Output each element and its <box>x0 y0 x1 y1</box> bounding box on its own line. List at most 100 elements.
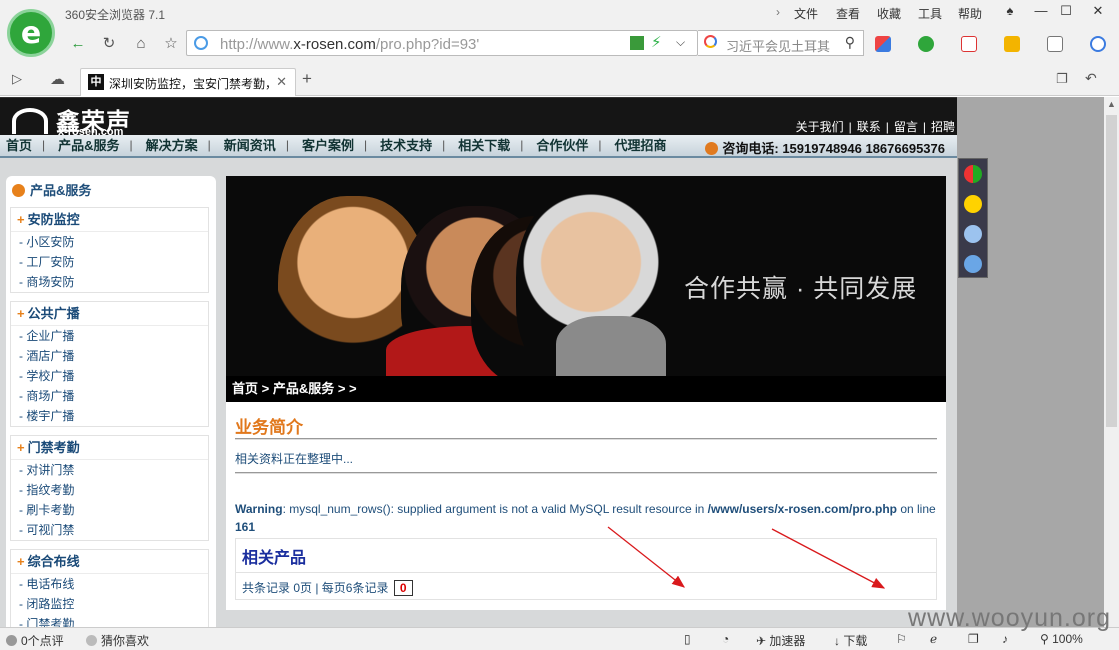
qq-icon[interactable] <box>964 195 982 213</box>
list-item[interactable]: - 门禁考勤 <box>11 614 208 627</box>
list-item[interactable]: - 指纹考勤 <box>11 480 208 500</box>
list-item[interactable]: - 企业广播 <box>11 326 208 346</box>
scrollbar-thumb[interactable] <box>1106 115 1117 427</box>
zoom-tool-icon[interactable] <box>1090 36 1106 52</box>
screenshot-icon[interactable] <box>1047 36 1063 52</box>
link-message[interactable]: 留言 <box>894 120 918 134</box>
section-text: 相关资料正在整理中... <box>235 452 354 466</box>
security-shield-icon[interactable] <box>918 36 934 52</box>
nav-news[interactable]: 新闻资讯 <box>224 135 286 158</box>
apps-icon[interactable] <box>875 36 891 52</box>
accelerator-button[interactable]: ✈ 加速器 <box>756 632 805 649</box>
favorite-star-icon[interactable]: ☆ <box>160 33 182 55</box>
tab-title: 深圳安防监控，宝安门禁考勤， <box>109 77 269 91</box>
search-input[interactable]: 习近平会见土耳其 <box>726 36 838 55</box>
menu-expand-icon[interactable]: › <box>776 5 780 19</box>
search-icon[interactable]: ⚲ <box>845 34 855 51</box>
nav-downloads[interactable]: 相关下载 <box>458 135 520 158</box>
related-products: 相关产品 共条记录 0页 | 每页6条记录 0 <box>235 538 937 600</box>
windows-icon[interactable] <box>964 165 982 183</box>
link-jobs[interactable]: 招聘 <box>931 120 955 134</box>
zoom-level[interactable]: ⚲ 100% <box>1040 632 1083 646</box>
link-about[interactable]: 关于我们 <box>796 120 844 134</box>
reload-icon[interactable]: ↻ <box>98 33 120 55</box>
pager-current[interactable]: 0 <box>393 580 413 596</box>
tab-list-icon[interactable]: ❐ <box>1056 71 1068 87</box>
globe-service-icon[interactable] <box>964 255 982 273</box>
list-item[interactable]: - 工厂安防 <box>11 252 208 272</box>
site-logo[interactable]: 鑫荣声 x-rosen.com <box>12 102 131 138</box>
flag-icon[interactable]: ⚐ <box>896 632 907 646</box>
guess-you-like[interactable]: 猜你喜欢 <box>86 632 149 649</box>
list-item[interactable]: - 酒店广播 <box>11 346 208 366</box>
ie-mode-icon[interactable]: ◔ <box>722 632 729 646</box>
search-service-icon[interactable] <box>964 225 982 243</box>
list-item[interactable]: - 楼宇广播 <box>11 406 208 426</box>
category-title[interactable]: + 门禁考勤 <box>11 436 208 460</box>
category-title[interactable]: + 综合布线 <box>11 550 208 574</box>
skin-icon[interactable]: ♠ <box>995 1 1025 21</box>
navigation-toolbar: ← ↻ ⌂ ☆ http://www.x-rosen.com/pro.php?i… <box>0 26 1119 62</box>
cloud-icon[interactable]: ☁ <box>50 70 65 88</box>
download-button[interactable]: ↓ 下载 <box>834 632 867 649</box>
nav-cases[interactable]: 客户案例 <box>302 135 364 158</box>
translate-icon[interactable] <box>961 36 977 52</box>
list-item[interactable]: - 小区安防 <box>11 232 208 252</box>
warning-text: : mysql_num_rows(): supplied argument is… <box>282 502 708 516</box>
home-icon[interactable]: ⌂ <box>130 33 152 55</box>
site-header: 鑫荣声 x-rosen.com 关于我们 | 联系 | 留言 | 招聘 <box>0 97 957 138</box>
coupon-icon[interactable] <box>1004 36 1020 52</box>
floating-service-bar <box>958 158 988 278</box>
search-engine-icon[interactable] <box>704 35 717 48</box>
list-item[interactable]: - 电话布线 <box>11 574 208 594</box>
nav-home[interactable]: 首页 <box>6 135 42 158</box>
sidebar-title-text: 产品&服务 <box>30 183 92 198</box>
mobile-icon[interactable]: ▯ <box>684 632 691 646</box>
banner-gray-suit <box>556 316 666 377</box>
nav-support[interactable]: 技术支持 <box>380 135 442 158</box>
search-box[interactable]: 习近平会见土耳其 ⚲ <box>698 30 864 56</box>
url-prefix: http://www. <box>220 36 294 53</box>
list-item[interactable]: - 闭路监控 <box>11 594 208 614</box>
list-item[interactable]: - 刷卡考勤 <box>11 500 208 520</box>
dropdown-chevron-icon[interactable]: ⌵ <box>676 35 685 50</box>
menu-help[interactable]: 帮助 <box>958 5 982 22</box>
url-text[interactable]: http://www.x-rosen.com/pro.php?id=93' <box>220 36 479 53</box>
back-icon[interactable]: ← <box>67 33 89 55</box>
category-title[interactable]: + 安防监控 <box>11 208 208 232</box>
top-links: 关于我们 | 联系 | 留言 | 招聘 <box>795 120 955 134</box>
menu-tools[interactable]: 工具 <box>918 5 942 22</box>
vertical-scrollbar[interactable]: ▲ <box>1104 97 1119 627</box>
maximize-icon[interactable]: ☐ <box>1051 1 1081 21</box>
list-item[interactable]: - 商场广播 <box>11 386 208 406</box>
menu-view[interactable]: 查看 <box>836 5 860 22</box>
qrcode-icon[interactable] <box>630 36 644 50</box>
window-icon[interactable]: ❐ <box>968 632 979 646</box>
link-contact[interactable]: 联系 <box>857 120 881 134</box>
menu-file[interactable]: 文件 <box>794 5 818 22</box>
tab-active[interactable]: 中 深圳安防监控，宝安门禁考勤， ✕ <box>80 68 296 96</box>
ie-icon[interactable]: ℯ <box>930 632 937 646</box>
list-item[interactable]: - 可视门禁 <box>11 520 208 540</box>
list-item[interactable]: - 商场安防 <box>11 272 208 292</box>
list-item[interactable]: - 对讲门禁 <box>11 460 208 480</box>
app-title: 360安全浏览器 7.1 <box>65 8 166 22</box>
volume-icon[interactable]: ♪ <box>1002 632 1008 646</box>
category-title[interactable]: + 公共广播 <box>11 302 208 326</box>
list-item[interactable]: - 学校广播 <box>11 366 208 386</box>
address-bar[interactable]: http://www.x-rosen.com/pro.php?id=93' ⚡ <box>186 30 698 56</box>
nav-partners[interactable]: 合作伙伴 <box>536 135 598 158</box>
lightning-icon[interactable]: ⚡ <box>651 33 662 51</box>
undo-close-icon[interactable]: ↶ <box>1085 70 1097 87</box>
nav-solutions[interactable]: 解决方案 <box>146 135 208 158</box>
new-tab-icon[interactable]: + <box>302 69 312 89</box>
nav-agents[interactable]: 代理招商 <box>615 135 677 158</box>
scroll-up-icon[interactable]: ▲ <box>1107 99 1116 109</box>
menu-favorites[interactable]: 收藏 <box>877 5 901 22</box>
hotline-numbers: 15919748946 18676695376 <box>782 141 945 156</box>
close-icon[interactable]: ✕ <box>1083 1 1113 21</box>
nav-products[interactable]: 产品&服务 <box>58 135 129 158</box>
sidebar-toggle-icon[interactable]: ▷ <box>12 71 22 87</box>
tab-close-icon[interactable]: ✕ <box>276 74 287 90</box>
comments-status[interactable]: 0个点评 <box>6 632 64 649</box>
